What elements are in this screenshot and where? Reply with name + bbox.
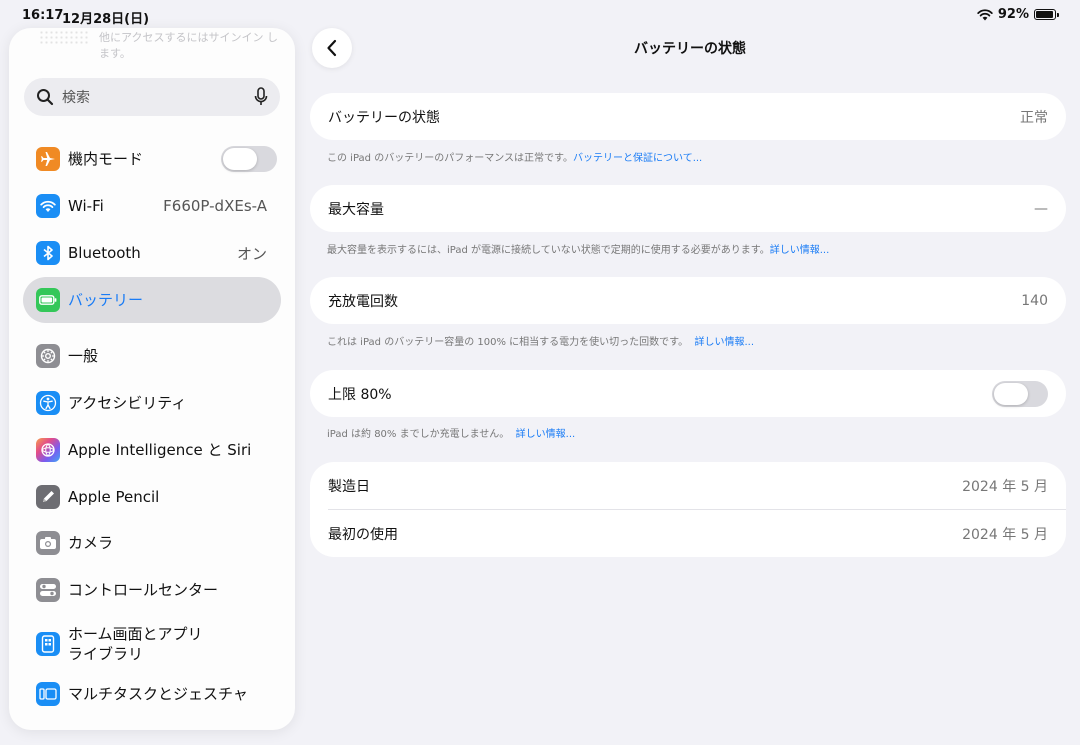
charge-limit-label: 上限 80% bbox=[328, 386, 392, 403]
page-title: バッテリーの状態 bbox=[634, 41, 746, 57]
wifi-network-name: F660P-dXEs-A bbox=[163, 197, 267, 215]
sidebar-item-camera[interactable]: カメラ bbox=[23, 520, 281, 566]
sidebar-item-battery[interactable]: バッテリー bbox=[23, 277, 281, 323]
gear-icon bbox=[36, 344, 60, 368]
charge-limit-card: 上限 80% bbox=[310, 370, 1066, 417]
sidebar-item-label: マルチタスクとジェスチャ bbox=[68, 685, 248, 703]
first-use-value: 2024 年 5 月 bbox=[962, 526, 1048, 543]
siri-icon bbox=[36, 438, 60, 462]
home-screen-icon bbox=[36, 632, 60, 656]
wifi-icon bbox=[36, 194, 60, 218]
cycle-count-note-text: これは iPad のバッテリー容量の 100% に相当する電力を使い切った回数で… bbox=[327, 337, 689, 348]
sidebar-item-accessibility[interactable]: アクセシビリティ bbox=[23, 380, 281, 426]
sidebar-item-label-line2: ライブラリ bbox=[68, 645, 144, 663]
bluetooth-icon bbox=[36, 241, 60, 265]
cycle-count-label: 充放電回数 bbox=[328, 293, 398, 310]
back-button[interactable] bbox=[312, 28, 352, 68]
sidebar-item-multitasking-gestures[interactable]: マルチタスクとジェスチャ bbox=[23, 671, 281, 717]
sidebar-item-home-screen-app-library[interactable]: ホーム画面とアプリ ライブラリ bbox=[23, 616, 281, 672]
max-capacity-value: — bbox=[1034, 200, 1048, 217]
battery-health-card: バッテリーの状態 正常 bbox=[310, 93, 1066, 140]
search-icon bbox=[37, 89, 54, 106]
charge-limit-learn-more-link[interactable]: 詳しい情報... bbox=[516, 429, 576, 440]
battery-dates-card: 製造日 2024 年 5 月 最初の使用 2024 年 5 月 bbox=[310, 462, 1066, 557]
chevron-left-icon bbox=[327, 39, 337, 57]
sidebar-signin-text: 他にアクセスするにはサインイン します。 bbox=[99, 31, 278, 60]
sidebar-item-apple-intelligence-siri[interactable]: Apple Intelligence と Siri bbox=[23, 427, 281, 473]
sidebar-item-control-center[interactable]: コントロールセンター bbox=[23, 567, 281, 613]
battery-percent: 92% bbox=[997, 7, 1029, 22]
cycle-count-value: 140 bbox=[1021, 292, 1048, 309]
sidebar-item-label: ホーム画面とアプリ bbox=[68, 625, 203, 643]
battery-health-label: バッテリーの状態 bbox=[328, 109, 440, 126]
first-use-row: 最初の使用 2024 年 5 月 bbox=[310, 510, 1066, 557]
battery-health-note: この iPad のバッテリーのパフォーマンスは正常です。バッテリーと保証について… bbox=[327, 149, 702, 164]
sidebar-item-label: カメラ bbox=[68, 534, 114, 552]
sidebar-item-label: アクセシビリティ bbox=[68, 394, 187, 412]
sidebar-item-airplane-mode[interactable]: 機内モード bbox=[23, 136, 281, 182]
sidebar-avatar-faded bbox=[39, 30, 89, 44]
sidebar-item-apple-pencil[interactable]: Apple Pencil bbox=[23, 474, 281, 520]
sidebar-item-label: 機内モード bbox=[68, 150, 144, 168]
charge-limit-note-text: iPad は約 80% までしか充電しません。 bbox=[327, 429, 510, 440]
sidebar-item-label: Wi-Fi bbox=[68, 197, 104, 215]
battery-health-note-text: この iPad のバッテリーのパフォーマンスは正常です。 bbox=[327, 153, 573, 164]
battery-warranty-link[interactable]: バッテリーと保証について... bbox=[573, 153, 702, 164]
microphone-icon[interactable] bbox=[254, 87, 268, 107]
multitask-icon bbox=[36, 682, 60, 706]
toggle-knob bbox=[994, 383, 1028, 405]
max-capacity-note-text: 最大容量を表示するには、iPad が電源に接続していない状態で定期的に使用する必… bbox=[327, 245, 770, 256]
manufacture-date-row: 製造日 2024 年 5 月 bbox=[310, 462, 1066, 509]
manufacture-date-label: 製造日 bbox=[328, 478, 370, 495]
toggle-knob bbox=[223, 148, 257, 170]
cycle-count-learn-more-link[interactable]: 詳しい情報... bbox=[695, 337, 755, 348]
sidebar-item-label-group: ホーム画面とアプリ ライブラリ bbox=[68, 624, 203, 664]
max-capacity-label: 最大容量 bbox=[328, 201, 384, 218]
cycle-count-note: これは iPad のバッテリー容量の 100% に相当する電力を使い切った回数で… bbox=[327, 333, 754, 348]
wifi-status-icon bbox=[977, 8, 993, 20]
sidebar-item-bluetooth[interactable]: Bluetooth オン bbox=[23, 230, 281, 276]
charge-limit-note: iPad は約 80% までしか充電しません。 詳しい情報... bbox=[327, 425, 575, 440]
control-center-icon bbox=[36, 578, 60, 602]
sidebar-item-label: バッテリー bbox=[68, 291, 144, 309]
battery-status-icon bbox=[1034, 9, 1059, 20]
battery-health-value: 正常 bbox=[1020, 109, 1048, 126]
search-placeholder: 検索 bbox=[62, 90, 90, 106]
battery-health-row[interactable]: バッテリーの状態 正常 bbox=[310, 93, 1066, 140]
max-capacity-learn-more-link[interactable]: 詳しい情報... bbox=[770, 245, 830, 256]
sidebar-item-label: 一般 bbox=[68, 347, 99, 365]
accessibility-icon bbox=[36, 391, 60, 415]
charge-limit-toggle[interactable] bbox=[992, 381, 1048, 407]
bluetooth-status: オン bbox=[236, 244, 267, 263]
status-indicators: 92% bbox=[977, 7, 1059, 22]
first-use-label: 最初の使用 bbox=[328, 526, 398, 543]
max-capacity-note: 最大容量を表示するには、iPad が電源に接続していない状態で定期的に使用する必… bbox=[327, 241, 829, 256]
battery-status-fill bbox=[1036, 11, 1053, 18]
battery-icon bbox=[36, 288, 60, 312]
status-time: 16:17 bbox=[22, 8, 64, 23]
max-capacity-row: 最大容量 — bbox=[310, 185, 1066, 232]
status-date: 12月28日(日) bbox=[62, 12, 150, 27]
max-capacity-card: 最大容量 — bbox=[310, 185, 1066, 232]
cycle-count-card: 充放電回数 140 bbox=[310, 277, 1066, 324]
cycle-count-row: 充放電回数 140 bbox=[310, 277, 1066, 324]
manufacture-date-value: 2024 年 5 月 bbox=[962, 478, 1048, 495]
sidebar-item-label: Apple Intelligence と Siri bbox=[68, 441, 252, 459]
airplane-mode-toggle[interactable] bbox=[221, 146, 277, 172]
camera-icon bbox=[36, 531, 60, 555]
search-input[interactable]: 検索 bbox=[24, 78, 280, 116]
sidebar: 他にアクセスするにはサインイン します。 検索 機内モード Wi-Fi F660… bbox=[9, 28, 295, 730]
status-bar: 16:17 12月28日(日) 92% bbox=[0, 0, 1080, 30]
sidebar-item-label: Apple Pencil bbox=[68, 488, 160, 506]
sidebar-item-label: Bluetooth bbox=[68, 244, 141, 262]
pencil-icon bbox=[36, 485, 60, 509]
charge-limit-row: 上限 80% bbox=[310, 370, 1066, 417]
airplane-icon bbox=[36, 147, 60, 171]
sidebar-item-label: コントロールセンター bbox=[68, 581, 219, 599]
sidebar-item-general[interactable]: 一般 bbox=[23, 333, 281, 379]
sidebar-item-wifi[interactable]: Wi-Fi F660P-dXEs-A bbox=[23, 183, 281, 229]
